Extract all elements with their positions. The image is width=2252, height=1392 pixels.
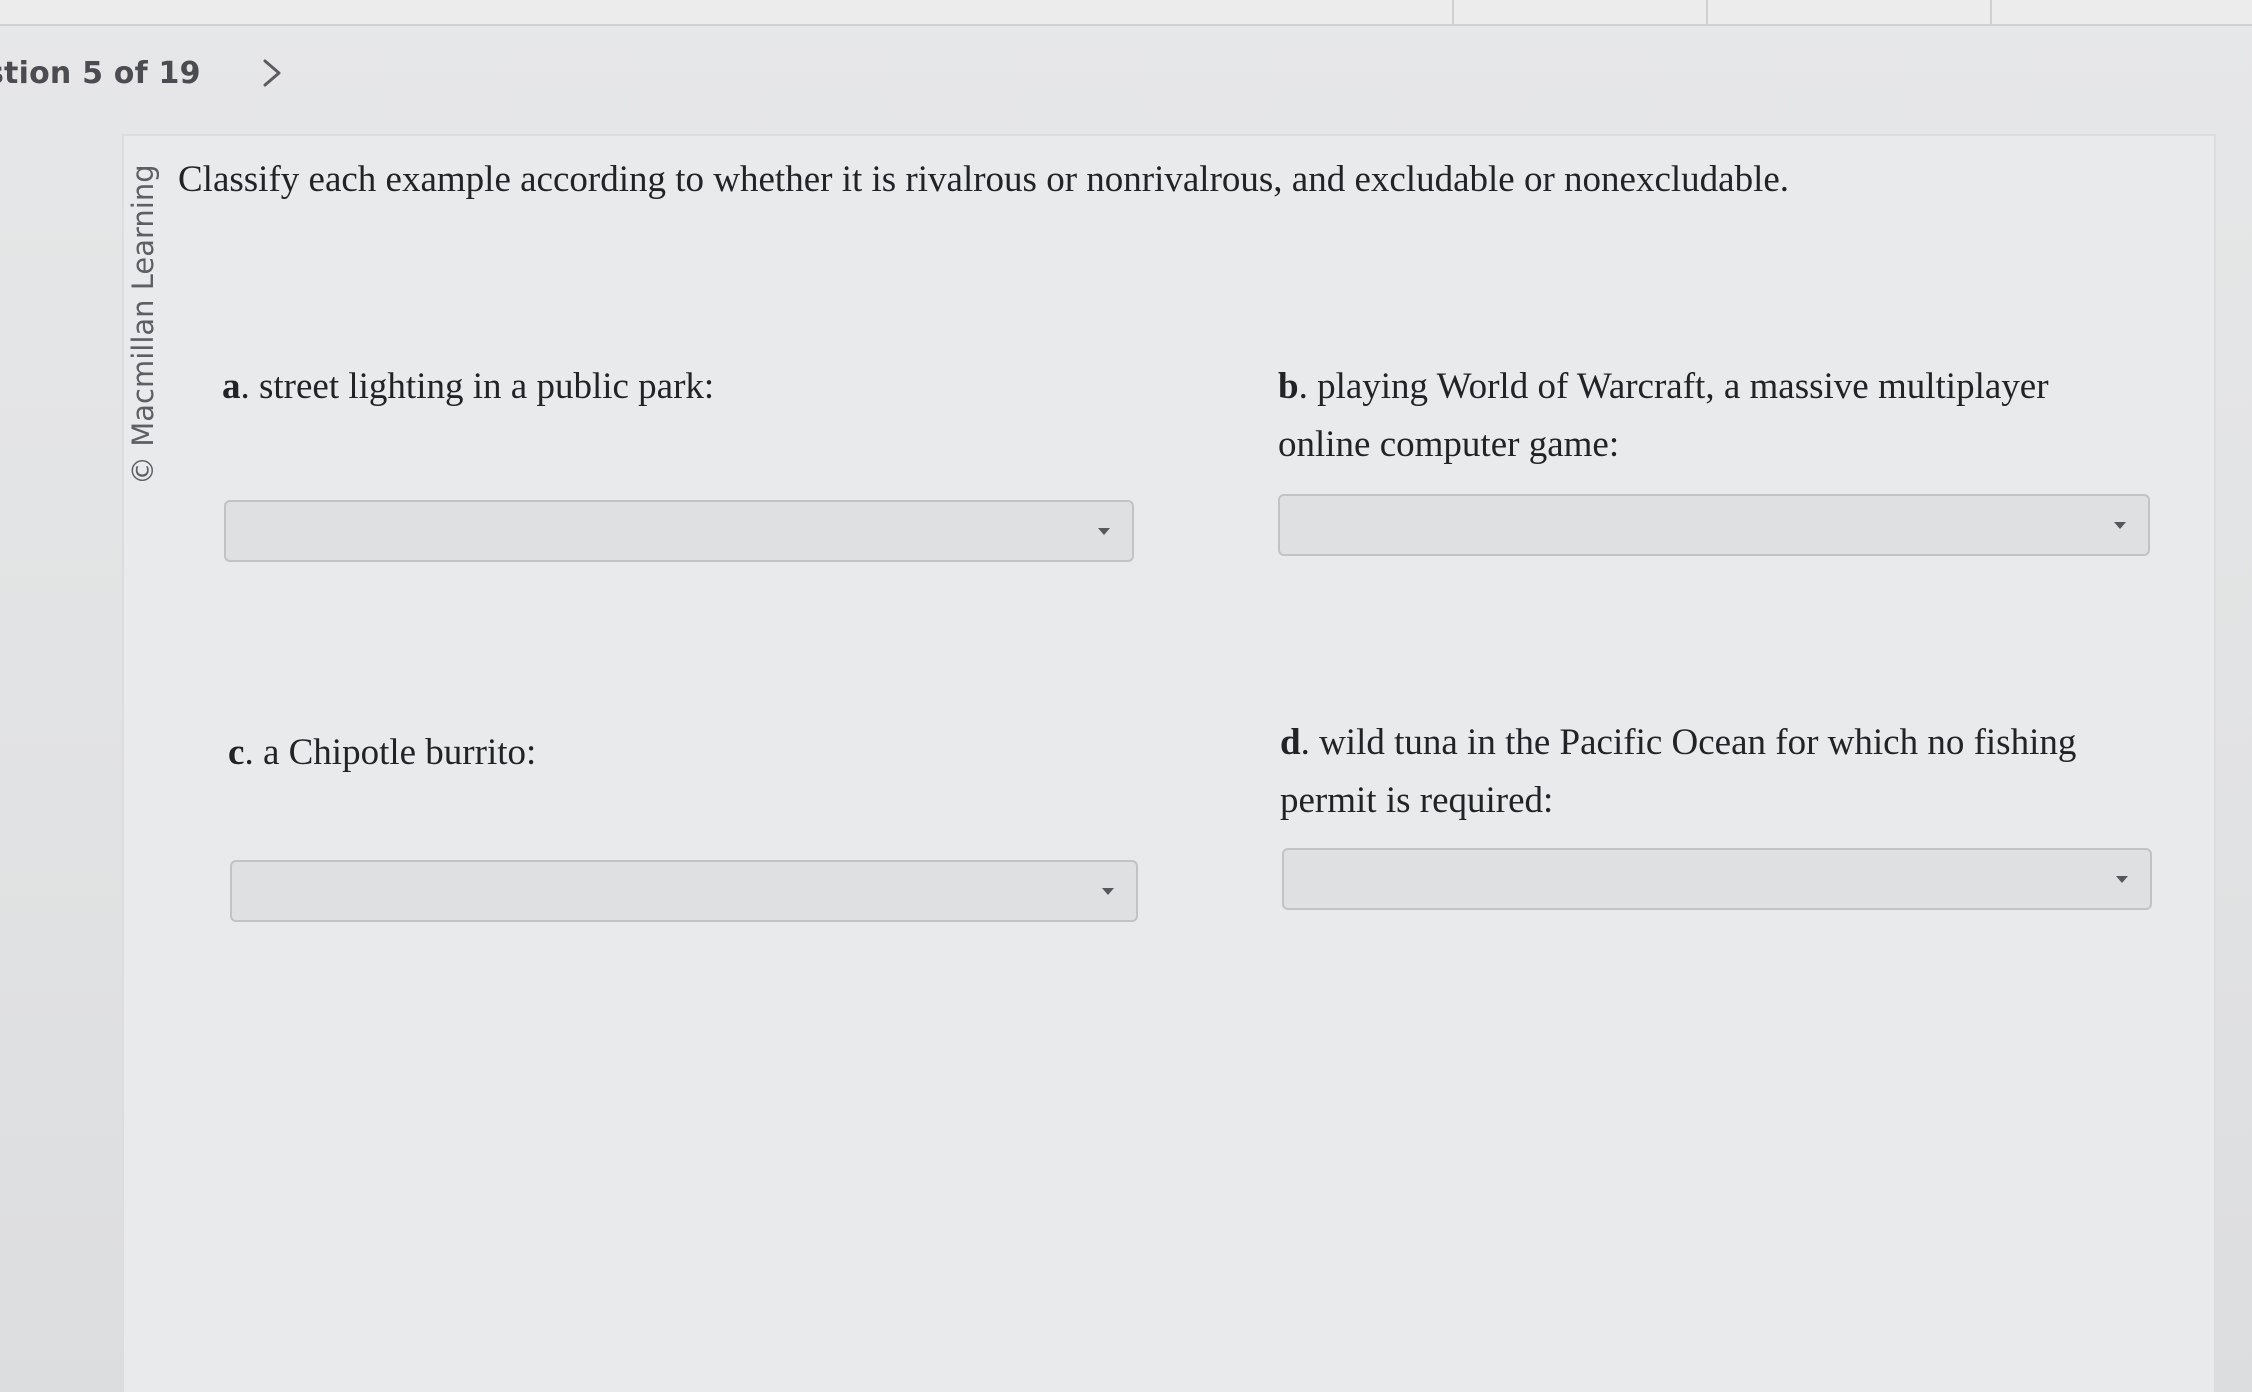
toolbar-divider (1706, 0, 1708, 24)
item-b-label: b. playing World of Warcraft, a massive … (1278, 366, 2049, 465)
caret-down-icon (1102, 888, 1114, 895)
item-b-dropdown[interactable] (1278, 494, 2150, 556)
item-a-dropdown[interactable] (224, 500, 1134, 562)
item-d-label: d. wild tuna in the Pacific Ocean for wh… (1280, 722, 2077, 821)
caret-down-icon (2116, 876, 2128, 883)
chevron-right-icon[interactable] (251, 53, 291, 93)
item-c-dropdown[interactable] (230, 860, 1138, 922)
question-counter: stion 5 of 19 (0, 55, 201, 91)
item-letter: a (222, 366, 241, 407)
item-text: playing World of Warcraft, a massive mul… (1278, 366, 2049, 465)
caret-down-icon (1098, 528, 1110, 535)
question-navigation: stion 5 of 19 (0, 50, 291, 96)
page: stion 5 of 19 © Macmillan Learning Class… (0, 0, 2252, 1392)
item-text: street lighting in a public park: (259, 366, 715, 407)
item-letter: c (228, 732, 245, 773)
item-a-label: a. street lighting in a public park: (222, 366, 715, 407)
item-text: wild tuna in the Pacific Ocean for which… (1280, 722, 2077, 821)
top-toolbar-strip (0, 0, 2252, 26)
item-letter: d (1280, 722, 1301, 763)
question-prompt: Classify each example according to wheth… (178, 159, 1790, 200)
caret-down-icon (2114, 522, 2126, 529)
toolbar-divider (1452, 0, 1454, 24)
item-letter: b (1278, 366, 1299, 407)
item-d-dropdown[interactable] (1282, 848, 2152, 910)
copyright-label: © Macmillan Learning (126, 164, 160, 485)
toolbar-divider (1990, 0, 1992, 24)
item-text: a Chipotle burrito: (262, 732, 537, 773)
item-c-label: c. a Chipotle burrito: (228, 732, 537, 773)
